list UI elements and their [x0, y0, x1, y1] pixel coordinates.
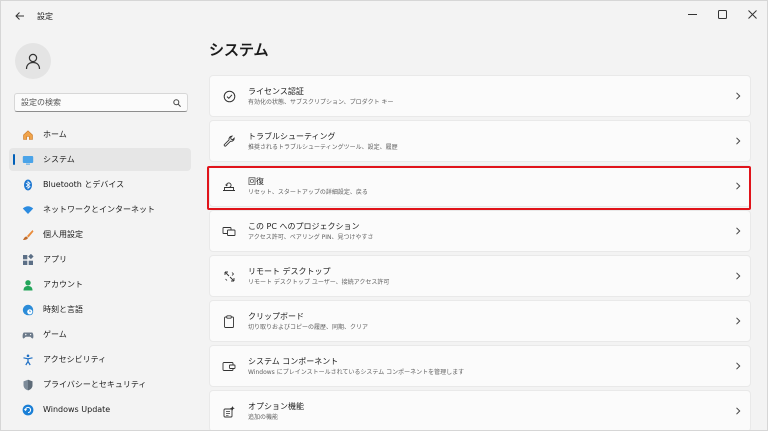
minimize-button[interactable]: [677, 1, 707, 27]
bluetooth-icon: [24, 179, 32, 190]
wrench-icon: [223, 135, 235, 147]
maximize-icon: [717, 9, 727, 19]
clipboard-icon: [224, 314, 234, 328]
accessibility-icon: [23, 354, 33, 365]
settings-card-clipboard[interactable]: クリップボード 切り取りおよびコピーの履歴、同期、クリア: [209, 300, 751, 342]
check-circle-icon: [223, 90, 235, 102]
chevron-right-icon: [736, 227, 741, 235]
settings-window: 設定 設定の検索 ホーム システム Bluetooth とデバイス ネットワーク…: [0, 0, 768, 431]
sidebar-item-label: Bluetooth とデバイス: [43, 180, 125, 189]
person-icon: [23, 279, 33, 290]
search-input[interactable]: 設定の検索: [14, 93, 188, 112]
window-controls: [677, 1, 767, 27]
card-description: リセット、スタートアップの詳細設定、戻る: [248, 188, 368, 196]
sidebar-item-gaming[interactable]: ゲーム: [9, 323, 191, 346]
title-bar: 設定: [1, 1, 767, 31]
minimize-icon: [687, 13, 697, 15]
close-icon: [747, 9, 757, 19]
sidebar: 設定の検索 ホーム システム Bluetooth とデバイス ネットワークとイン: [1, 31, 197, 430]
page-title: システム: [209, 41, 269, 59]
card-title: ライセンス認証: [248, 86, 304, 96]
sidebar-item-accessibility[interactable]: アクセシビリティ: [9, 348, 191, 371]
sidebar-item-privacy-security[interactable]: プライバシーとセキュリティ: [9, 373, 191, 396]
sidebar-item-personalization[interactable]: 個人用設定: [9, 223, 191, 246]
chevron-right-icon: [736, 272, 741, 280]
sidebar-item-label: Windows Update: [43, 405, 111, 414]
settings-card-projection[interactable]: この PC へのプロジェクション アクセス許可、ペアリング PIN、見つけやすさ: [209, 210, 751, 252]
card-title: システム コンポーネント: [248, 356, 339, 366]
sidebar-item-label: システム: [43, 155, 75, 164]
projection-icon: [222, 226, 236, 236]
card-description: リモート デスクトップ ユーザー、接続アクセス許可: [248, 278, 390, 286]
close-button[interactable]: [737, 1, 767, 27]
maximize-button[interactable]: [707, 1, 737, 27]
card-description: アクセス許可、ペアリング PIN、見つけやすさ: [248, 233, 374, 241]
sidebar-item-time-language[interactable]: 時刻と言語: [9, 298, 191, 321]
globe-clock-icon: [22, 304, 34, 315]
chevron-right-icon: [736, 317, 741, 325]
main-content: システム ライセンス認証 有効化の状態、サブスクリプション、プロダクト キー ト…: [197, 31, 767, 430]
settings-card-optional-features[interactable]: オプション機能 追加の機能: [209, 390, 751, 430]
components-icon: [222, 361, 236, 371]
optional-features-icon: [223, 405, 235, 417]
card-title: 回復: [248, 176, 264, 186]
card-description: 有効化の状態、サブスクリプション、プロダクト キー: [248, 98, 394, 106]
user-icon: [25, 53, 41, 70]
chevron-right-icon: [736, 362, 741, 370]
sidebar-item-system[interactable]: システム: [9, 148, 191, 171]
card-title: この PC へのプロジェクション: [248, 221, 360, 231]
sidebar-item-label: ホーム: [43, 130, 67, 139]
app-title: 設定: [37, 11, 53, 21]
recovery-icon: [223, 181, 235, 191]
shield-icon: [23, 379, 33, 390]
chevron-right-icon: [736, 137, 741, 145]
card-description: 推奨されるトラブルシューティングツール、設定、履歴: [248, 143, 398, 151]
wifi-icon: [22, 205, 34, 214]
search-icon: [173, 98, 181, 107]
brush-icon: [23, 229, 34, 240]
card-title: オプション機能: [248, 401, 304, 411]
settings-list: ライセンス認証 有効化の状態、サブスクリプション、プロダクト キー トラブルシュ…: [209, 75, 751, 430]
sidebar-item-label: アクセシビリティ: [43, 355, 107, 364]
back-button[interactable]: [7, 3, 33, 29]
settings-card-recovery[interactable]: 回復 リセット、スタートアップの詳細設定、戻る: [209, 165, 751, 207]
sidebar-item-network[interactable]: ネットワークとインターネット: [9, 198, 191, 221]
sidebar-item-label: プライバシーとセキュリティ: [43, 380, 147, 389]
card-title: クリップボード: [248, 311, 304, 321]
card-description: 切り取りおよびコピーの履歴、同期、クリア: [248, 323, 369, 331]
remote-desktop-icon: [224, 271, 234, 281]
sidebar-item-label: アプリ: [43, 255, 67, 264]
search-placeholder: 設定の検索: [21, 98, 61, 107]
card-title: トラブルシューティング: [248, 131, 336, 141]
home-icon: [23, 129, 33, 140]
chevron-right-icon: [736, 182, 741, 190]
card-description: 追加の機能: [248, 413, 279, 421]
avatar[interactable]: [15, 43, 51, 79]
sidebar-item-windows-update[interactable]: Windows Update: [9, 398, 191, 421]
sidebar-item-bluetooth[interactable]: Bluetooth とデバイス: [9, 173, 191, 196]
card-description: Windows にプレインストールされているシステム コンポーネントを管理します: [248, 368, 465, 376]
sidebar-item-label: ゲーム: [43, 330, 67, 339]
sidebar-item-label: 個人用設定: [43, 230, 83, 239]
sidebar-nav: ホーム システム Bluetooth とデバイス ネットワークとインターネット …: [9, 123, 191, 423]
settings-card-remote-desktop[interactable]: リモート デスクトップ リモート デスクトップ ユーザー、接続アクセス許可: [209, 255, 751, 297]
settings-card-system-components[interactable]: システム コンポーネント Windows にプレインストールされているシステム …: [209, 345, 751, 387]
update-icon: [22, 404, 34, 415]
chevron-right-icon: [736, 407, 741, 415]
sidebar-item-home[interactable]: ホーム: [9, 123, 191, 146]
sidebar-item-label: アカウント: [43, 280, 83, 289]
chevron-right-icon: [736, 92, 741, 100]
sidebar-item-apps[interactable]: アプリ: [9, 248, 191, 271]
sidebar-item-label: ネットワークとインターネット: [43, 205, 155, 214]
back-arrow-icon: [15, 12, 24, 20]
apps-icon: [23, 253, 34, 265]
monitor-icon: [22, 155, 34, 165]
sidebar-item-accounts[interactable]: アカウント: [9, 273, 191, 296]
sidebar-item-label: 時刻と言語: [43, 305, 83, 314]
settings-card-troubleshoot[interactable]: トラブルシューティング 推奨されるトラブルシューティングツール、設定、履歴: [209, 120, 751, 162]
card-title: リモート デスクトップ: [248, 266, 331, 276]
gamepad-icon: [22, 332, 34, 338]
settings-card-activation[interactable]: ライセンス認証 有効化の状態、サブスクリプション、プロダクト キー: [209, 75, 751, 117]
